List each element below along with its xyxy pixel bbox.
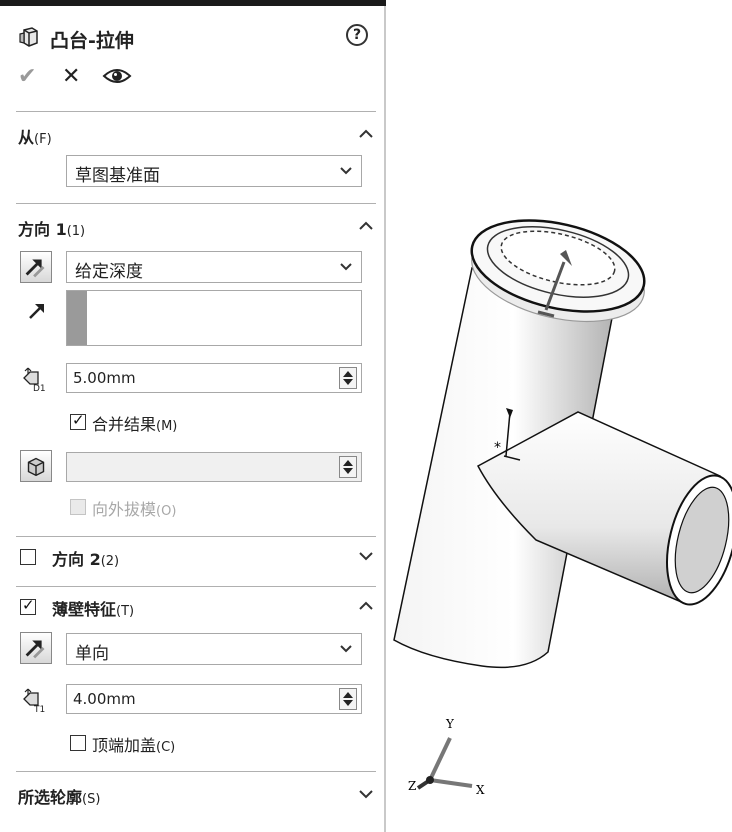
eye-icon[interactable] [102,66,132,86]
direction-arrow-icon [29,304,44,319]
section-thin-feature-header[interactable]: 薄壁特征(T) [52,596,376,620]
panel-title: 凸台-拉伸 [50,30,134,52]
section-from-header[interactable]: 从(F) [18,124,376,148]
cap-ends-checkbox[interactable] [70,735,86,751]
draft-toggle-button[interactable] [20,450,52,482]
from-select-value: 草图基准面 [75,166,160,186]
depth-stepper[interactable] [339,367,357,389]
direction2-checkbox[interactable] [20,549,36,565]
svg-text:*: * [494,440,501,456]
chevron-up-icon[interactable] [356,124,376,144]
thin-reverse-direction-button[interactable] [20,632,52,664]
chevron-up-icon[interactable] [356,596,376,616]
action-row: ✔ ✕ [18,64,218,92]
section-thin-feature-title: 薄壁特征(T) [52,600,135,619]
section-selected-contours-header[interactable]: 所选轮廓(S) [18,784,376,808]
axis-y-label: Y [445,717,455,731]
thin-type-select[interactable]: 单向 [66,633,362,665]
pipe-tee-model: * [393,219,732,669]
check-icon[interactable]: ✔ [18,64,36,89]
depth-input[interactable]: 5.00mm [66,363,362,393]
draft-angle-stepper[interactable] [339,456,357,478]
divider [16,111,376,112]
draft-outward-label: 向外拔模(O) [92,500,177,519]
help-icon[interactable]: ? [346,24,368,46]
axis-triad: Y X Z [408,717,485,797]
end-condition-select[interactable]: 给定深度 [66,251,362,283]
reverse-direction-button[interactable] [20,251,52,283]
thin-type-value: 单向 [75,644,109,664]
svg-text:D1: D1 [33,384,46,392]
section-direction1-title: 方向 1(1) [18,220,86,239]
reverse-direction-icon [25,640,45,659]
title-row: 凸台-拉伸 ? [18,24,368,52]
divider [16,536,376,537]
svg-text:T1: T1 [33,705,45,713]
draft-icon [27,457,45,477]
axis-x-label: X [476,783,485,797]
reverse-direction-icon [25,259,45,278]
depth-dimension-icon: D1 [23,367,46,392]
divider [16,586,376,587]
chevron-down-icon [340,263,352,271]
draft-angle-input[interactable] [66,452,362,482]
thickness-stepper[interactable] [339,688,357,710]
chevron-down-icon [340,167,352,175]
chevron-down-icon[interactable] [356,546,376,566]
section-direction2-header[interactable]: 方向 2(2) [52,546,376,570]
section-selected-contours-title: 所选轮廓(S) [18,788,101,807]
cap-ends-label: 顶端加盖(C) [92,736,176,755]
close-icon[interactable]: ✕ [62,64,80,89]
divider [16,203,376,204]
extrude-boss-icon [19,27,38,47]
merge-result-label: 合并结果(M) [92,415,178,434]
section-from-title: 从(F) [18,128,52,147]
from-select[interactable]: 草图基准面 [66,155,362,187]
chevron-down-icon[interactable] [356,784,376,804]
thickness-input[interactable]: 4.00mm [66,684,362,714]
section-direction1-header[interactable]: 方向 1(1) [18,216,376,240]
direction-vector-field[interactable] [66,290,362,346]
axis-z-label: Z [408,779,416,793]
chevron-down-icon [340,645,352,653]
model-viewport[interactable]: * Y X Z [386,0,732,832]
end-condition-value: 给定深度 [75,262,143,282]
merge-result-checkbox[interactable] [70,411,86,430]
divider [16,771,376,772]
draft-outward-checkbox[interactable] [70,499,86,515]
chevron-up-icon[interactable] [356,216,376,236]
panel-top-border [0,0,386,6]
thickness-value: 4.00mm [73,690,136,708]
thickness-dimension-icon: T1 [23,688,45,713]
depth-value: 5.00mm [73,369,136,387]
thin-feature-checkbox[interactable] [20,596,36,615]
selection-color-bar [67,291,87,345]
property-manager-panel: 凸台-拉伸 ? ✔ ✕ 从(F) 草图基准面 方向 1(1) 给定深度 D1 5… [0,0,386,832]
section-direction2-title: 方向 2(2) [52,550,120,569]
